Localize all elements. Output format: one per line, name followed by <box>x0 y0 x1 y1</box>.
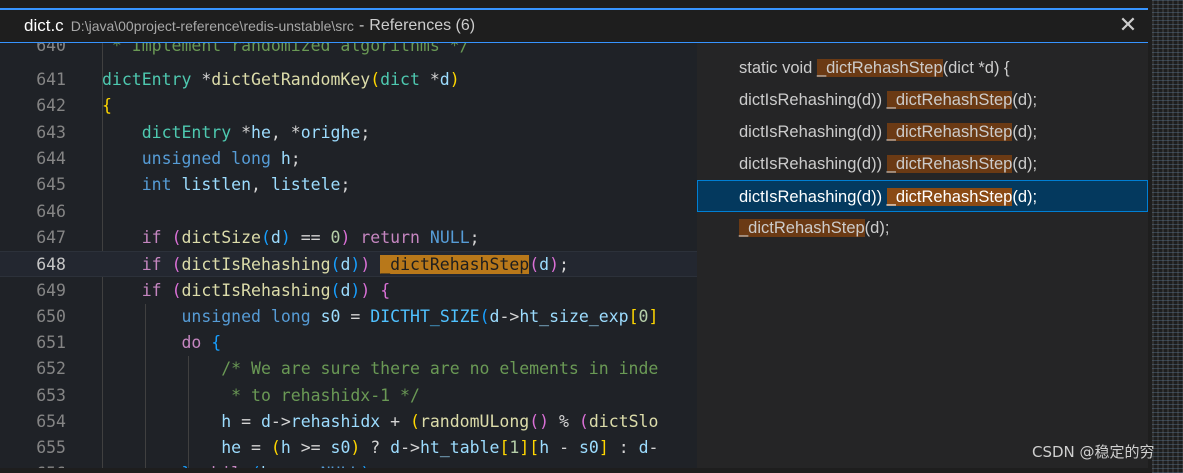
code-line: 646 <box>0 199 697 225</box>
code-line: 645 int listlen, listele; <box>0 172 697 198</box>
reference-prefix: static void <box>739 59 817 77</box>
reference-suffix: (d); <box>1012 155 1038 173</box>
reference-prefix: dictIsRehashing(d)) <box>739 188 887 206</box>
code-text: * Implement randomized algorithms */ <box>102 43 470 55</box>
code-line: 640 * Implement randomized algorithms */ <box>0 43 697 59</box>
line-number: 651 <box>36 333 66 352</box>
code-text: if (dictSize(d) == 0) return NULL; <box>141 228 480 247</box>
reference-prefix: dictIsRehashing(d)) <box>739 155 887 173</box>
reference-item[interactable]: static void _dictRehashStep(dict *d) { <box>697 52 1148 84</box>
code-line: 651 do { <box>0 330 697 356</box>
line-number: 648 <box>36 255 66 274</box>
code-text: unsigned long s0 = DICTHT_SIZE(d->ht_siz… <box>181 307 659 326</box>
code-line: 650 unsigned long s0 = DICTHT_SIZE(d->ht… <box>0 304 697 330</box>
reference-item[interactable]: _dictRehashStep(d); <box>697 212 1148 244</box>
line-number: 643 <box>36 123 66 142</box>
code-text: if (dictIsRehashing(d)) { <box>141 281 391 300</box>
peek-title-separator: - <box>358 17 365 34</box>
close-icon[interactable]: ✕ <box>1116 13 1140 37</box>
reference-item[interactable]: dictIsRehashing(d)) _dictRehashStep(d); <box>697 148 1148 180</box>
reference-match: _dictRehashStep <box>886 91 1013 109</box>
code-text: { <box>102 96 112 115</box>
reference-match: _dictRehashStep <box>886 155 1013 173</box>
code-line: 641 dictEntry *dictGetRandomKey(dict *d) <box>0 67 697 93</box>
line-number: 654 <box>36 412 66 431</box>
code-line: 654 h = d->rehashidx + (randomULong() % … <box>0 409 697 435</box>
reference-prefix: dictIsRehashing(d)) <box>739 91 887 109</box>
code-text: * to rehashidx-1 */ <box>231 386 420 405</box>
code-line-current: 648 if (dictIsRehashing(d)) _dictRehashS… <box>0 251 697 277</box>
reference-match: _dictRehashStep <box>816 59 943 77</box>
code-line: 652 /* We are sure there are no elements… <box>0 356 697 382</box>
watermark: CSDN @稳定的穷 <box>1032 443 1155 461</box>
code-text: he = (h >= s0) ? d->ht_table[1][h - s0] … <box>221 438 659 457</box>
line-number: 646 <box>36 202 66 221</box>
reference-suffix: (d); <box>864 219 890 237</box>
code-line: 647 if (dictSize(d) == 0) return NULL; <box>0 225 697 251</box>
peek-file-name[interactable]: dict.c <box>24 16 64 36</box>
peek-code-editor[interactable]: 640 * Implement randomized algorithms */… <box>0 43 697 468</box>
code-text: int listlen, listele; <box>141 175 351 194</box>
reference-suffix: (d); <box>1012 123 1038 141</box>
code-text: unsigned long h; <box>141 149 301 168</box>
line-number: 644 <box>36 149 66 168</box>
reference-match: _dictRehashStep <box>886 188 1013 206</box>
reference-item-selected[interactable]: dictIsRehashing(d)) _dictRehashStep(d); <box>697 180 1148 212</box>
reference-suffix: (dict *d) { <box>942 59 1010 77</box>
code-text: } while(he == NULL); <box>102 461 380 468</box>
line-number: 641 <box>36 70 66 89</box>
peek-title: References (6) <box>369 17 476 34</box>
reference-item[interactable]: dictIsRehashing(d)) _dictRehashStep(d); <box>697 84 1148 116</box>
line-number: 647 <box>36 228 66 247</box>
code-line: 644 unsigned long h; <box>0 146 697 172</box>
code-line: 653 * to rehashidx-1 */ <box>0 383 697 409</box>
code-text: /* We are sure there are no elements in … <box>221 359 659 378</box>
line-number: 656 <box>0 461 66 468</box>
reference-prefix: dictIsRehashing(d)) <box>739 123 887 141</box>
line-number: 655 <box>36 438 66 457</box>
code-text: dictEntry *he, *orighe; <box>141 123 371 142</box>
code-line: 643 dictEntry *he, *orighe; <box>0 120 697 146</box>
line-number: 653 <box>36 386 66 405</box>
line-number: 642 <box>36 96 66 115</box>
line-number: 645 <box>36 175 66 194</box>
code-line: 656 } while(he == NULL); <box>0 461 697 468</box>
reference-suffix: (d); <box>1012 91 1038 109</box>
reference-suffix: (d); <box>1012 188 1038 206</box>
code-line: 655 he = (h >= s0) ? d->ht_table[1][h - … <box>0 435 697 461</box>
line-number: 650 <box>36 307 66 326</box>
code-text: do { <box>181 333 222 352</box>
editor-minimap[interactable] <box>1152 0 1183 473</box>
code-text: h = d->rehashidx + (randomULong() % (dic… <box>221 412 659 431</box>
line-number: 640 <box>36 43 66 55</box>
reference-match: _dictRehashStep <box>739 219 865 237</box>
code-text: dictEntry *dictGetRandomKey(dict *d) <box>102 70 460 89</box>
peek-header: dict.c D:\java\00project-reference\redis… <box>0 10 1148 43</box>
code-text: if (dictIsRehashing(d)) _dictRehashStep(… <box>141 255 569 274</box>
peek-file-path: D:\java\00project-reference\redis-unstab… <box>70 18 354 34</box>
line-number: 649 <box>36 281 66 300</box>
reference-match: _dictRehashStep <box>886 123 1013 141</box>
reference-item[interactable]: dictIsRehashing(d)) _dictRehashStep(d); <box>697 116 1148 148</box>
references-peek-widget: dict.c D:\java\00project-reference\redis… <box>0 8 1148 468</box>
references-list[interactable]: static void _dictRehashStep(dict *d) { d… <box>697 43 1148 468</box>
code-line: 642 { <box>0 93 697 119</box>
line-number: 652 <box>36 359 66 378</box>
code-line: 649 if (dictIsRehashing(d)) { <box>0 278 697 304</box>
